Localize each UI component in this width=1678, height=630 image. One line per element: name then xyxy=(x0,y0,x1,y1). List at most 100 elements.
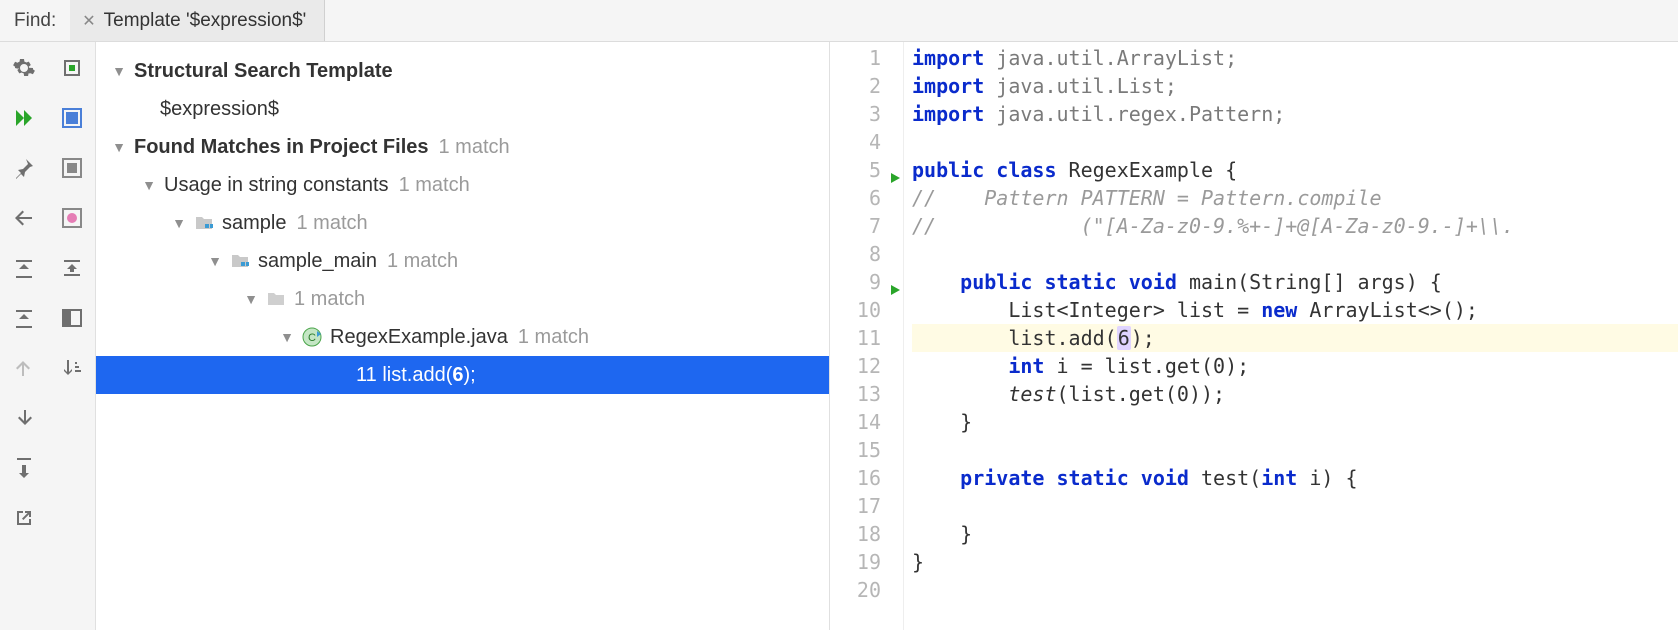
expand-all-icon[interactable] xyxy=(12,256,36,284)
usage-label: Usage in string constants xyxy=(164,174,389,197)
file-label: RegexExample.java xyxy=(330,326,508,349)
file-count: 1 match xyxy=(518,326,589,349)
code-line[interactable]: private static void test(int i) { xyxy=(912,464,1678,492)
line-number: 14 xyxy=(830,408,903,436)
code-line[interactable]: // ("[A-Za-z0-9.%+-]+@[A-Za-z0-9.-]+\\. xyxy=(912,212,1678,240)
code-line[interactable]: import java.util.ArrayList; xyxy=(912,44,1678,72)
next-icon[interactable] xyxy=(12,406,36,434)
chevron-down-icon[interactable]: ▼ xyxy=(278,329,296,345)
code-line[interactable]: } xyxy=(912,520,1678,548)
tree-usage-category[interactable]: ▼ Usage in string constants 1 match xyxy=(96,166,829,204)
code-line[interactable] xyxy=(912,128,1678,156)
line-number: 13 xyxy=(830,380,903,408)
code-line[interactable]: import java.util.regex.Pattern; xyxy=(912,100,1678,128)
tree-root[interactable]: ▼ Structural Search Template xyxy=(96,52,829,90)
code-line[interactable]: List<Integer> list = new ArrayList<>(); xyxy=(912,296,1678,324)
chevron-down-icon[interactable]: ▼ xyxy=(110,139,128,155)
sort-icon[interactable] xyxy=(60,356,84,384)
code-line[interactable]: public static void main(String[] args) { xyxy=(912,268,1678,296)
line-number: 12 xyxy=(830,352,903,380)
pkg-count: 1 match xyxy=(296,212,367,235)
code-line[interactable]: // Pattern PATTERN = Pattern.compile xyxy=(912,184,1678,212)
package-icon xyxy=(230,251,250,271)
folder-icon xyxy=(266,289,286,309)
toolbar-left-1 xyxy=(0,42,48,630)
tree-expression[interactable]: $expression$ xyxy=(96,90,829,128)
line-number: 19 xyxy=(830,548,903,576)
editor: 1234567891011121314151617181920 import j… xyxy=(830,42,1678,630)
collapse-all-icon[interactable] xyxy=(12,306,36,334)
pin-icon[interactable] xyxy=(12,156,36,184)
tree-package-sample[interactable]: ▼ sample 1 match xyxy=(96,204,829,242)
code-line[interactable]: } xyxy=(912,548,1678,576)
chevron-down-icon[interactable]: ▼ xyxy=(170,215,188,231)
found-label: Found Matches in Project Files xyxy=(134,136,429,159)
package-icon xyxy=(194,213,214,233)
pkg-main-label: sample_main xyxy=(258,250,377,273)
code-line[interactable]: public class RegexExample { xyxy=(912,156,1678,184)
tree-package-sample-main[interactable]: ▼ sample_main 1 match xyxy=(96,242,829,280)
match-highlight: 6 xyxy=(452,364,463,387)
find-bar: Find: ✕ Template '$expression$' xyxy=(0,0,1678,42)
find-tab[interactable]: ✕ Template '$expression$' xyxy=(70,0,325,41)
import-filter-icon[interactable] xyxy=(60,256,84,284)
code-line[interactable] xyxy=(912,492,1678,520)
match-line-no: 11 xyxy=(356,364,377,387)
tree-expression-label: $expression$ xyxy=(160,98,279,121)
open-new-icon[interactable] xyxy=(12,506,36,534)
method-filter-icon[interactable] xyxy=(60,206,84,234)
match-prefix: list.add( xyxy=(377,364,453,387)
preview-icon[interactable] xyxy=(60,306,84,334)
pkg-label: sample xyxy=(222,212,286,235)
line-number: 6 xyxy=(830,184,903,212)
tree-match-row[interactable]: 11 list.add( 6 ); xyxy=(96,356,829,394)
find-tab-text: Template '$expression$' xyxy=(104,10,307,32)
line-number: 20 xyxy=(830,576,903,604)
code-line[interactable]: list.add(6); xyxy=(912,324,1678,352)
line-number: 8 xyxy=(830,240,903,268)
found-count: 1 match xyxy=(439,136,510,159)
code-line[interactable]: import java.util.List; xyxy=(912,72,1678,100)
class-filter-icon[interactable] xyxy=(60,156,84,184)
toolbar-left-2 xyxy=(48,42,96,630)
usage-count: 1 match xyxy=(399,174,470,197)
close-icon[interactable]: ✕ xyxy=(82,11,95,31)
line-number: 5 xyxy=(830,156,903,184)
editor-code[interactable]: import java.util.ArrayList;import java.u… xyxy=(904,42,1678,630)
prev-icon[interactable] xyxy=(12,356,36,384)
code-line[interactable] xyxy=(912,436,1678,464)
line-number: 16 xyxy=(830,464,903,492)
gear-icon[interactable] xyxy=(12,56,36,84)
code-line[interactable]: test(list.get(0)); xyxy=(912,380,1678,408)
results-tree: ▼ Structural Search Template $expression… xyxy=(96,42,830,630)
back-icon[interactable] xyxy=(12,206,36,234)
line-number: 9 xyxy=(830,268,903,296)
tree-anon-folder[interactable]: ▼ 1 match xyxy=(96,280,829,318)
find-label: Find: xyxy=(0,10,70,32)
line-number: 10 xyxy=(830,296,903,324)
tree-found-matches[interactable]: ▼ Found Matches in Project Files 1 match xyxy=(96,128,829,166)
line-number: 3 xyxy=(830,100,903,128)
line-number: 15 xyxy=(830,436,903,464)
tree-root-label: Structural Search Template xyxy=(134,60,393,83)
rerun-icon[interactable] xyxy=(12,106,36,134)
code-line[interactable]: } xyxy=(912,408,1678,436)
scope-icon[interactable] xyxy=(60,106,84,134)
tree-file[interactable]: ▼ C RegexExample.java 1 match xyxy=(96,318,829,356)
export-icon[interactable] xyxy=(12,456,36,484)
chevron-down-icon[interactable]: ▼ xyxy=(110,63,128,79)
target-icon[interactable] xyxy=(60,56,84,84)
line-number: 1 xyxy=(830,44,903,72)
class-file-icon: C xyxy=(302,327,322,347)
code-line[interactable] xyxy=(912,576,1678,604)
line-number: 7 xyxy=(830,212,903,240)
svg-text:C: C xyxy=(308,332,316,344)
chevron-down-icon[interactable]: ▼ xyxy=(242,291,260,307)
chevron-down-icon[interactable]: ▼ xyxy=(140,177,158,193)
line-number: 11 xyxy=(830,324,903,352)
code-line[interactable] xyxy=(912,240,1678,268)
code-line[interactable]: int i = list.get(0); xyxy=(912,352,1678,380)
line-number: 17 xyxy=(830,492,903,520)
line-number: 2 xyxy=(830,72,903,100)
chevron-down-icon[interactable]: ▼ xyxy=(206,253,224,269)
